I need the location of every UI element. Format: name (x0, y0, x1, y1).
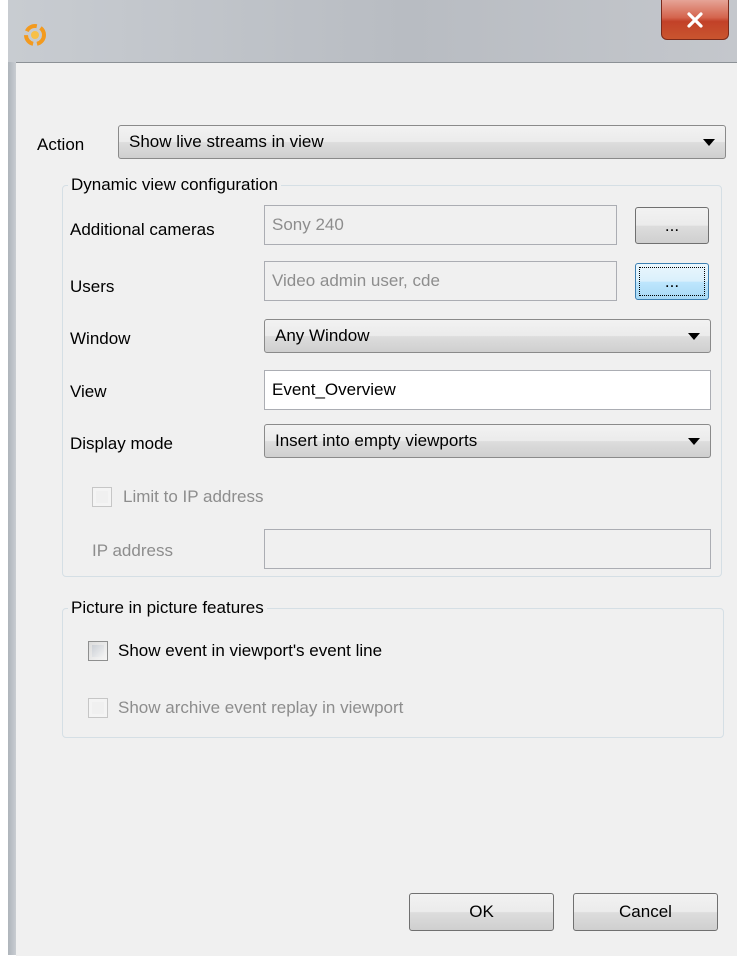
ok-button[interactable]: OK (409, 893, 554, 931)
pip-group-title: Picture in picture features (68, 598, 267, 618)
view-label: View (70, 382, 107, 401)
users-browse-button[interactable]: ... (635, 263, 709, 300)
focus-ring (639, 267, 705, 296)
window-label: Window (70, 329, 131, 348)
view-field[interactable]: Event_Overview (264, 370, 711, 410)
close-x-icon (687, 11, 703, 28)
app-logo-icon (24, 24, 46, 46)
show-archive-replay-label: Show archive event replay in viewport (118, 698, 404, 717)
view-value: Event_Overview (272, 380, 396, 399)
chevron-down-icon (703, 139, 715, 146)
additional-cameras-field[interactable]: Sony 240 (264, 205, 617, 245)
dialog-window: Action Show live streams in view Dynamic… (8, 0, 737, 956)
browse-ellipsis-label: ... (664, 216, 680, 235)
title-bar[interactable] (8, 0, 737, 63)
limit-ip-checkbox[interactable] (92, 487, 112, 507)
cancel-button-label: Cancel (619, 902, 672, 921)
close-button[interactable] (661, 0, 729, 40)
ip-address-field[interactable] (264, 529, 711, 569)
cancel-button[interactable]: Cancel (573, 893, 718, 931)
ok-button-label: OK (469, 902, 494, 921)
display-mode-selected-value: Insert into empty viewports (275, 431, 478, 450)
users-value: Video admin user, cde (272, 271, 440, 290)
limit-ip-label: Limit to IP address (123, 487, 264, 506)
display-mode-label: Display mode (70, 434, 173, 453)
action-selected-value: Show live streams in view (129, 132, 324, 151)
display-mode-dropdown[interactable]: Insert into empty viewports (264, 424, 711, 458)
chevron-down-icon (688, 438, 700, 445)
window-selected-value: Any Window (275, 326, 370, 345)
pip-group (62, 608, 724, 738)
users-field[interactable]: Video admin user, cde (264, 261, 617, 301)
additional-cameras-label: Additional cameras (70, 220, 215, 239)
show-event-line-label: Show event in viewport's event line (118, 641, 383, 660)
users-label: Users (70, 277, 115, 296)
show-event-line-checkbox[interactable] (88, 641, 108, 661)
window-frame-left (8, 62, 16, 955)
action-label: Action (37, 135, 85, 154)
window-dropdown[interactable]: Any Window (264, 319, 711, 353)
show-archive-replay-checkbox[interactable] (88, 698, 108, 718)
additional-cameras-value: Sony 240 (272, 215, 344, 234)
chevron-down-icon (688, 333, 700, 340)
dialog-content: Action Show live streams in view Dynamic… (16, 62, 737, 956)
dynamic-view-group-title: Dynamic view configuration (68, 175, 281, 195)
additional-cameras-browse-button[interactable]: ... (635, 207, 709, 244)
ip-address-label: IP address (92, 541, 173, 560)
action-dropdown[interactable]: Show live streams in view (118, 125, 726, 159)
